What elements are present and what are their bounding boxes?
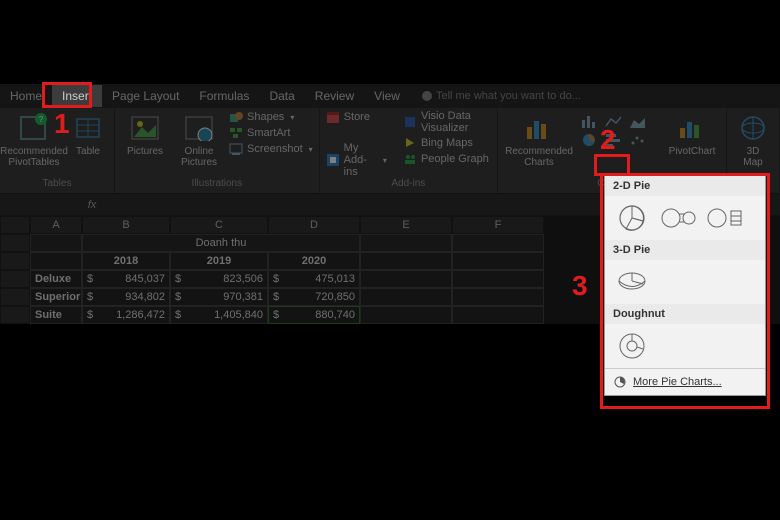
data-cell[interactable]: $823,506	[170, 270, 268, 288]
smartart-button[interactable]: SmartArt	[229, 126, 313, 140]
store-button[interactable]: Store	[326, 110, 387, 124]
table-icon	[72, 112, 104, 144]
more-pie-charts-label: More Pie Charts...	[633, 376, 722, 388]
more-pie-charts[interactable]: More Pie Charts...	[605, 368, 765, 395]
row-label[interactable]: Deluxe	[30, 270, 82, 288]
data-cell[interactable]: $880,740	[268, 306, 360, 324]
tell-me-placeholder: Tell me what you want to do...	[436, 90, 581, 102]
tab-page-layout[interactable]: Page Layout	[102, 85, 189, 107]
data-cell[interactable]: $1,286,472	[82, 306, 170, 324]
data-cell[interactable]: $934,802	[82, 288, 170, 306]
pivotchart-icon	[676, 112, 708, 144]
title-cell[interactable]: Doanh thu	[82, 234, 360, 252]
col-header-A[interactable]: A	[30, 216, 82, 234]
shapes-icon	[229, 110, 243, 124]
area-chart-button[interactable]	[628, 114, 648, 130]
data-cell[interactable]: $475,013	[268, 270, 360, 288]
col-header-D[interactable]: D	[268, 216, 360, 234]
dd-section-3d-pie: 3-D Pie	[605, 240, 765, 260]
dd-section-2d-pie: 2-D Pie	[605, 176, 765, 196]
pie-chart-dropdown: 2-D Pie 3-D Pie Doughnut More Pie Charts…	[604, 175, 766, 396]
cell-header-2018[interactable]: 2018	[82, 252, 170, 270]
pie-2d-basic[interactable]	[613, 202, 651, 234]
data-cell[interactable]: $845,037	[82, 270, 170, 288]
visio-button[interactable]: Visio Data Visualizer	[403, 110, 491, 134]
col-header-E[interactable]: E	[360, 216, 452, 234]
fx-icon[interactable]: fx	[80, 199, 104, 211]
recommended-charts-button[interactable]: Recommended Charts	[504, 110, 574, 170]
ribbon-tabs: Home Insert Page Layout Formulas Data Re…	[0, 84, 780, 108]
online-pictures-icon	[183, 112, 215, 144]
table-button[interactable]: Table	[68, 110, 108, 159]
cell-header-blank[interactable]	[30, 252, 82, 270]
tell-me-search[interactable]: Tell me what you want to do...	[422, 90, 581, 102]
pivotchart-label: PivotChart	[669, 146, 716, 157]
svg-text:?: ?	[39, 115, 44, 124]
people-icon	[403, 152, 417, 166]
3d-map-button[interactable]: 3D Map	[733, 110, 773, 170]
pie-small-icon	[613, 375, 627, 389]
shapes-button[interactable]: Shapes▾	[229, 110, 313, 124]
pivottable-icon: ?	[18, 112, 50, 144]
tab-view[interactable]: View	[364, 85, 410, 107]
group-addins: Store My Add-ins▾ Visio Data Visualizer …	[320, 108, 498, 193]
column-chart-button[interactable]	[580, 114, 600, 130]
bulb-icon	[422, 91, 432, 101]
pictures-label: Pictures	[127, 146, 163, 157]
row-label[interactable]: Superior	[30, 288, 82, 306]
recommended-charts-icon	[523, 112, 555, 144]
pivotchart-button[interactable]: PivotChart	[664, 110, 720, 159]
3d-map-label: 3D Map	[743, 146, 762, 168]
tab-data[interactable]: Data	[259, 85, 304, 107]
bar-of-pie[interactable]	[705, 202, 743, 234]
tab-home[interactable]: Home	[0, 85, 52, 107]
dd-section-doughnut: Doughnut	[605, 304, 765, 324]
tab-review[interactable]: Review	[305, 85, 364, 107]
visio-icon	[403, 115, 417, 129]
recommended-charts-label: Recommended Charts	[505, 146, 573, 168]
people-graph-button[interactable]: People Graph	[403, 152, 491, 166]
callout-1: 1	[54, 108, 70, 140]
cell-header-2019[interactable]: 2019	[170, 252, 268, 270]
online-pictures-button[interactable]: Online Pictures	[175, 110, 223, 170]
col-header-C[interactable]: C	[170, 216, 268, 234]
globe-icon	[737, 112, 769, 144]
pictures-icon	[129, 112, 161, 144]
callout-2: 2	[600, 124, 616, 156]
table-label: Table	[76, 146, 100, 157]
group-illustrations-label: Illustrations	[192, 178, 243, 191]
cell-header-2020[interactable]: 2020	[268, 252, 360, 270]
addins-icon	[326, 153, 340, 167]
pie-of-pie[interactable]	[659, 202, 697, 234]
pie-3d-basic[interactable]	[613, 266, 651, 298]
smartart-icon	[229, 126, 243, 140]
data-cell[interactable]: $720,850	[268, 288, 360, 306]
group-addins-label: Add-ins	[391, 178, 425, 191]
group-tables-label: Tables	[43, 178, 72, 191]
store-icon	[326, 110, 340, 124]
my-addins-button[interactable]: My Add-ins▾	[326, 142, 387, 178]
recommended-pivottables-label: Recommended PivotTables	[0, 146, 68, 168]
tab-formulas[interactable]: Formulas	[189, 85, 259, 107]
online-pictures-label: Online Pictures	[181, 146, 217, 168]
select-all-corner[interactable]	[0, 216, 30, 234]
group-illustrations: Pictures Online Pictures Shapes▾ Sma	[115, 108, 320, 193]
col-header-B[interactable]: B	[82, 216, 170, 234]
col-header-F[interactable]: F	[452, 216, 544, 234]
screenshot-icon	[229, 142, 243, 156]
bing-maps-button[interactable]: Bing Maps	[403, 136, 491, 150]
pie-chart-button[interactable]	[580, 132, 600, 148]
data-cell[interactable]: $1,405,840	[170, 306, 268, 324]
row-label[interactable]: Suite	[30, 306, 82, 324]
data-cell[interactable]: $970,381	[170, 288, 268, 306]
screenshot-button[interactable]: Screenshot▾	[229, 142, 313, 156]
tab-insert[interactable]: Insert	[52, 85, 102, 107]
doughnut-basic[interactable]	[613, 330, 651, 362]
scatter-chart-button[interactable]	[628, 132, 648, 148]
callout-3: 3	[572, 270, 588, 302]
pictures-button[interactable]: Pictures	[121, 110, 169, 159]
bing-icon	[403, 136, 417, 150]
